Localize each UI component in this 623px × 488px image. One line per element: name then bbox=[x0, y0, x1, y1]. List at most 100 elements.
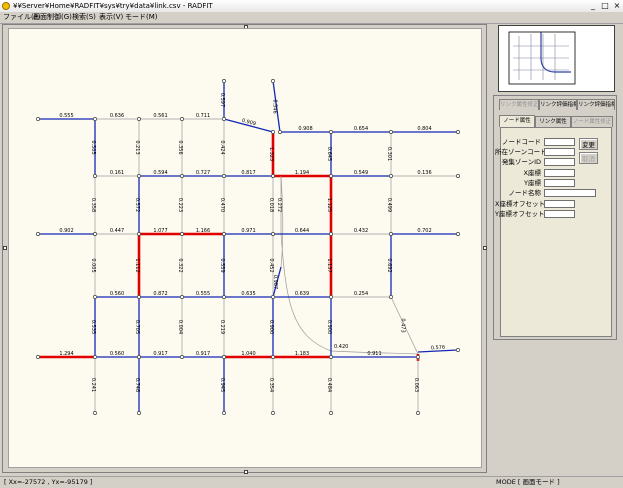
overview-minimap[interactable] bbox=[498, 25, 615, 92]
minimap-canvas bbox=[508, 31, 576, 85]
node-point[interactable] bbox=[93, 295, 97, 299]
link-label: 0.356 bbox=[177, 140, 183, 154]
link-label: 0.711 bbox=[196, 113, 210, 119]
tab-link-eval-2[interactable]: リンク評価指標2 bbox=[577, 99, 615, 110]
cancel-button[interactable]: 取消 bbox=[579, 152, 598, 164]
node-point[interactable] bbox=[329, 295, 333, 299]
node-point[interactable] bbox=[271, 79, 275, 83]
node-point[interactable] bbox=[271, 411, 275, 415]
node-point[interactable] bbox=[180, 117, 184, 121]
tab-link-attr-edit[interactable]: リンク属性修正 bbox=[499, 99, 539, 110]
link-label: 0.987 bbox=[272, 275, 278, 289]
node-point[interactable] bbox=[329, 232, 333, 236]
field-label-od-zone-id: 発集ゾーンID bbox=[501, 158, 541, 166]
zone-code-input[interactable] bbox=[544, 148, 575, 156]
node-point[interactable] bbox=[271, 232, 275, 236]
node-point[interactable] bbox=[271, 295, 275, 299]
link-label: 1.294 bbox=[59, 351, 73, 357]
link-label: 0.639 bbox=[295, 291, 309, 297]
link-label: 0.322 bbox=[177, 258, 183, 272]
link-label: 0.560 bbox=[110, 291, 124, 297]
node-point[interactable] bbox=[416, 355, 420, 359]
link-label: 0.636 bbox=[110, 113, 124, 119]
link-label: 0.917 bbox=[153, 351, 167, 357]
scroll-marker-left[interactable] bbox=[3, 246, 7, 250]
node-point[interactable] bbox=[180, 232, 184, 236]
node-point[interactable] bbox=[36, 355, 40, 359]
node-point[interactable] bbox=[180, 295, 184, 299]
tab-link-attr[interactable]: リンク属性 bbox=[535, 116, 571, 127]
link-label: 0.727 bbox=[196, 170, 210, 176]
node-point[interactable] bbox=[137, 174, 141, 178]
node-point[interactable] bbox=[137, 411, 141, 415]
node-point[interactable] bbox=[329, 411, 333, 415]
node-point[interactable] bbox=[93, 232, 97, 236]
node-point[interactable] bbox=[222, 174, 226, 178]
node-point[interactable] bbox=[456, 174, 460, 178]
node-point[interactable] bbox=[389, 174, 393, 178]
node-point[interactable] bbox=[329, 355, 333, 359]
node-point[interactable] bbox=[329, 174, 333, 178]
node-point[interactable] bbox=[36, 232, 40, 236]
node-point[interactable] bbox=[456, 232, 460, 236]
minimize-button[interactable]: _ bbox=[588, 1, 598, 11]
node-point[interactable] bbox=[389, 295, 393, 299]
x-offset-input[interactable] bbox=[544, 200, 575, 208]
node-point[interactable] bbox=[329, 130, 333, 134]
tab-node-attr[interactable]: ノード属性 bbox=[499, 115, 535, 127]
node-point[interactable] bbox=[137, 295, 141, 299]
close-button[interactable]: × bbox=[612, 1, 622, 11]
node-point[interactable] bbox=[222, 295, 226, 299]
node-point[interactable] bbox=[278, 130, 282, 134]
node-point[interactable] bbox=[222, 411, 226, 415]
node-point[interactable] bbox=[137, 117, 141, 121]
node-point[interactable] bbox=[456, 348, 460, 352]
change-button[interactable]: 変更 bbox=[579, 138, 598, 150]
node-code-input[interactable] bbox=[544, 138, 575, 146]
link-label: 0.597 bbox=[219, 93, 225, 107]
y-coord-input[interactable] bbox=[544, 179, 575, 187]
link-label: 0.560 bbox=[110, 351, 124, 357]
link-label: 0.705 bbox=[134, 320, 140, 334]
node-point[interactable] bbox=[93, 355, 97, 359]
link-label: 0.900 bbox=[326, 320, 332, 334]
node-point[interactable] bbox=[222, 355, 226, 359]
menu-mode[interactable]: モード(M) bbox=[125, 12, 158, 23]
maximize-button[interactable]: □ bbox=[600, 1, 610, 11]
scroll-marker-right[interactable] bbox=[483, 246, 487, 250]
node-point[interactable] bbox=[271, 355, 275, 359]
link-label: 1.112 bbox=[134, 258, 140, 272]
link-label: 0.420 bbox=[334, 344, 348, 350]
node-point[interactable] bbox=[180, 355, 184, 359]
node-point[interactable] bbox=[137, 355, 141, 359]
menu-search[interactable]: 検索(S) bbox=[72, 12, 96, 23]
node-point[interactable] bbox=[93, 174, 97, 178]
node-point[interactable] bbox=[93, 117, 97, 121]
node-point[interactable] bbox=[222, 79, 226, 83]
node-point[interactable] bbox=[389, 232, 393, 236]
link-label: 0.654 bbox=[354, 126, 368, 132]
network-map[interactable]: 0.555 0.636 0.561 0.711 0.909 0.908 0.654 0.804… bbox=[8, 28, 482, 468]
node-point[interactable] bbox=[456, 130, 460, 134]
node-point[interactable] bbox=[389, 130, 393, 134]
node-point[interactable] bbox=[36, 117, 40, 121]
menu-view[interactable]: 表示(V) bbox=[99, 12, 123, 23]
x-coord-input[interactable] bbox=[544, 169, 575, 177]
menu-screen-control[interactable]: 画面制御(G) bbox=[33, 12, 72, 23]
node-point[interactable] bbox=[137, 232, 141, 236]
app-icon bbox=[2, 2, 10, 10]
y-offset-input[interactable] bbox=[544, 210, 575, 218]
node-name-input[interactable] bbox=[544, 189, 596, 197]
tab-link-eval-1[interactable]: リンク評価指標1 bbox=[539, 99, 577, 110]
node-point[interactable] bbox=[93, 411, 97, 415]
node-point[interactable] bbox=[416, 411, 420, 415]
node-point[interactable] bbox=[180, 174, 184, 178]
node-point[interactable] bbox=[222, 232, 226, 236]
network-canvas[interactable]: 0.555 0.636 0.561 0.7110.9090.908 0.654 0.804… bbox=[9, 29, 481, 467]
node-point[interactable] bbox=[271, 130, 275, 134]
scroll-marker-bottom[interactable] bbox=[244, 470, 248, 474]
tab-node-attr-edit[interactable]: ノード属性修正 bbox=[571, 116, 613, 127]
od-zone-id-input[interactable] bbox=[544, 158, 575, 166]
node-point[interactable] bbox=[222, 117, 226, 121]
node-point[interactable] bbox=[271, 174, 275, 178]
